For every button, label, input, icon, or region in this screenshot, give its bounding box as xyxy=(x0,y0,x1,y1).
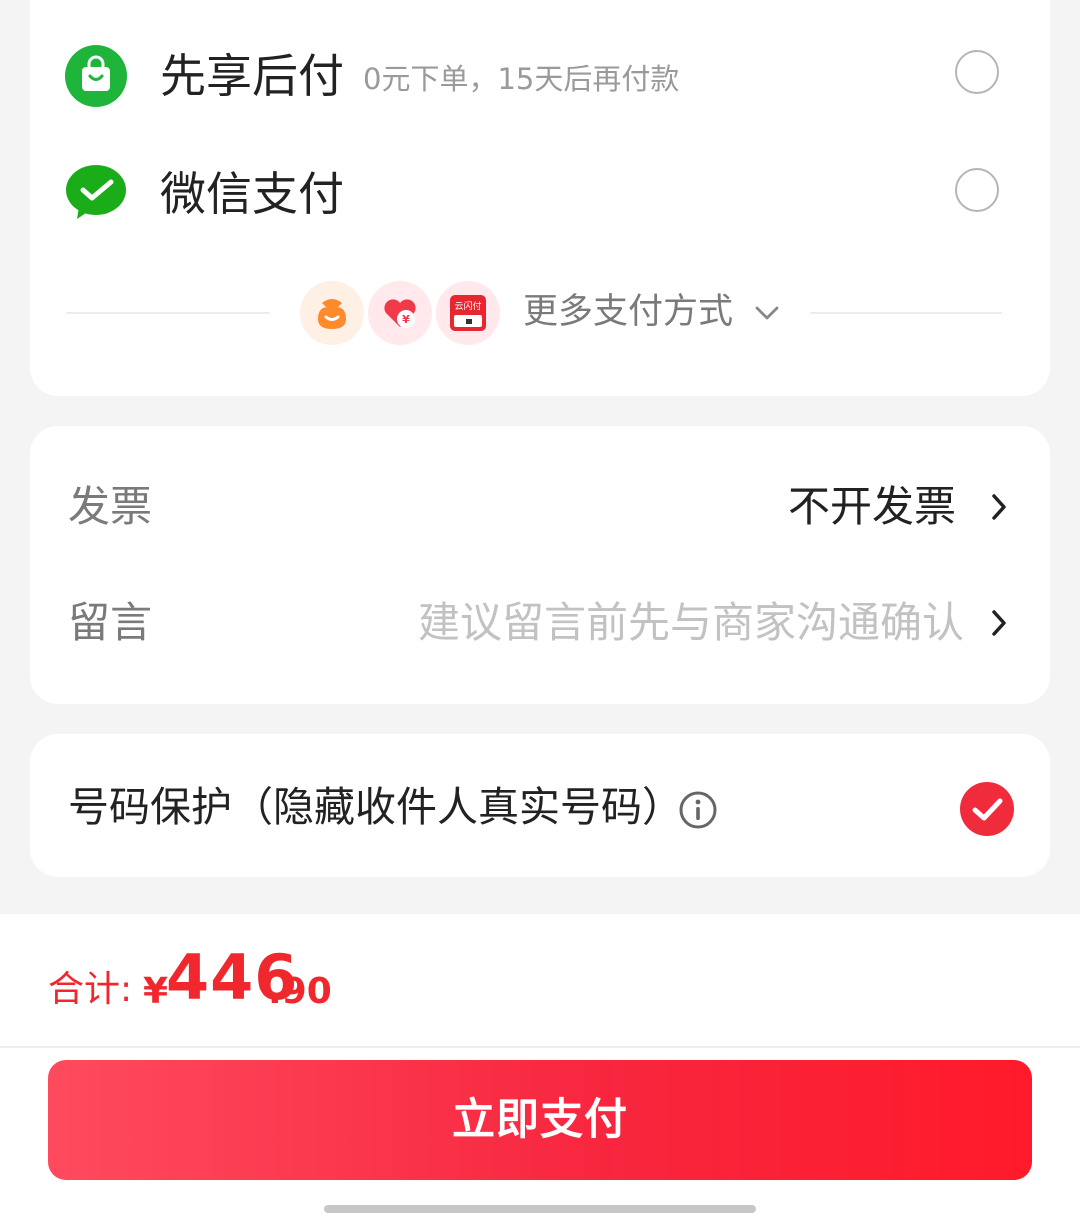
number-protection-label: 号码保护（隐藏收件人真实号码） xyxy=(68,783,683,831)
total-amount-decimal: .90 xyxy=(268,971,332,1012)
total-currency: ¥ xyxy=(143,971,169,1012)
heart-yuan-icon: ¥ xyxy=(366,279,434,347)
invoice-label: 发票 xyxy=(68,482,153,531)
payment-option-description: 0元下单，15天后再付款 xyxy=(363,62,680,96)
svg-text:¥: ¥ xyxy=(402,313,410,326)
checkout-bar: 合计: ¥ 446 .90 立即支付 xyxy=(0,914,1080,1216)
shopping-bag-icon xyxy=(65,45,127,107)
divider xyxy=(0,1046,1080,1048)
payment-methods-card: 先享后付 0元下单，15天后再付款 微信支付 ¥ 云闪付 更多支付方式 xyxy=(30,0,1050,396)
info-icon[interactable] xyxy=(678,790,718,834)
divider xyxy=(810,312,1002,314)
more-payment-methods-label: 更多支付方式 xyxy=(523,292,734,332)
chevron-right-icon xyxy=(988,606,1010,644)
pay-now-button[interactable]: 立即支付 xyxy=(48,1060,1032,1180)
chevron-down-icon xyxy=(752,298,782,332)
divider xyxy=(66,312,270,314)
message-placeholder: 建议留言前先与商家沟通确认 xyxy=(417,598,964,647)
home-indicator[interactable] xyxy=(324,1205,756,1213)
message-label: 留言 xyxy=(68,598,153,647)
total-label: 合计: xyxy=(48,969,133,1010)
money-bag-icon xyxy=(298,279,366,347)
number-protection-checkbox[interactable] xyxy=(960,782,1014,836)
radio-button[interactable] xyxy=(955,50,999,94)
more-payment-methods-toggle[interactable]: ¥ 云闪付 更多支付方式 xyxy=(30,272,1050,352)
payment-option-name: 微信支付 xyxy=(160,167,344,221)
payment-option-wechat-pay[interactable]: 微信支付 xyxy=(30,138,1050,248)
payment-option-name: 先享后付 xyxy=(160,49,344,103)
radio-button[interactable] xyxy=(955,168,999,212)
order-info-card: 发票 不开发票 留言 建议留言前先与商家沟通确认 xyxy=(30,426,1050,704)
payment-option-pay-later[interactable]: 先享后付 0元下单，15天后再付款 xyxy=(30,20,1050,130)
invoice-value: 不开发票 xyxy=(787,482,956,531)
pay-card-badge-text: 云闪付 xyxy=(454,301,481,312)
invoice-row[interactable]: 发票 不开发票 xyxy=(30,466,1050,546)
pay-card-icon: 云闪付 xyxy=(434,279,502,347)
number-protection-card: 号码保护（隐藏收件人真实号码） xyxy=(30,734,1050,877)
wechat-pay-icon xyxy=(65,163,127,225)
chevron-right-icon xyxy=(988,490,1010,528)
message-row[interactable]: 留言 建议留言前先与商家沟通确认 xyxy=(30,582,1050,662)
